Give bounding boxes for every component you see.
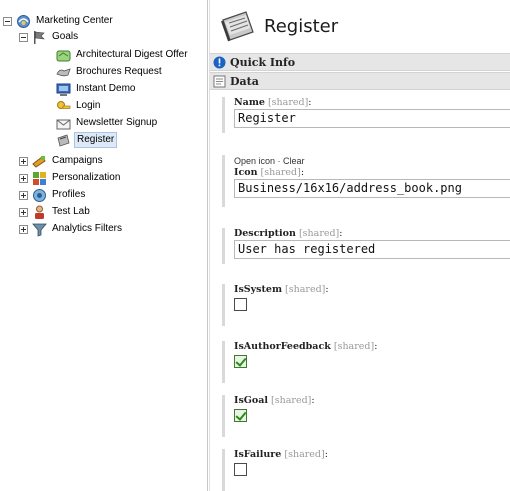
is-author-feedback-checkbox[interactable] <box>234 355 247 368</box>
tree-node-newsletter-signup[interactable]: Newsletter Signup <box>56 115 159 131</box>
tree-node-label: Instant Demo <box>76 83 136 94</box>
content-tree: Marketing Center Goals Architectural Dig… <box>0 0 208 491</box>
expand-toggle-icon[interactable] <box>19 173 28 183</box>
tree-node-architectural-digest-offer[interactable]: Architectural Digest Offer <box>56 47 190 63</box>
tree-node-label: Brochures Request <box>76 66 162 77</box>
icon-actions-links[interactable]: Open icon · Clear <box>234 155 510 167</box>
register-icon <box>56 133 71 148</box>
collapse-toggle-icon[interactable] <box>3 16 12 26</box>
analytics-filter-icon <box>32 222 47 237</box>
tree-node-analytics-filters[interactable]: Analytics Filters <box>19 221 124 237</box>
profiles-icon <box>32 188 47 203</box>
tree-node-label: Register <box>74 132 118 148</box>
tree-node-marketing-center[interactable]: Marketing Center <box>3 13 115 29</box>
field-label: Description [shared]: <box>234 228 343 239</box>
field-label: IsAuthorFeedback [shared]: <box>234 341 378 352</box>
tree-node-label: Architectural Digest Offer <box>76 49 188 60</box>
collapse-toggle-icon[interactable] <box>19 32 28 42</box>
section-label: Data <box>230 74 259 88</box>
tree-node-label: Newsletter Signup <box>76 117 158 128</box>
tree-node-personalization[interactable]: Personalization <box>19 170 122 186</box>
is-goal-field: IsGoal [shared]: <box>222 395 510 437</box>
register-icon <box>220 8 256 44</box>
is-goal-checkbox[interactable] <box>234 409 247 422</box>
name-input[interactable]: Register <box>234 109 510 128</box>
is-failure-checkbox[interactable] <box>234 463 247 476</box>
icon-field: Open icon · Clear Icon [shared]: Busines… <box>222 155 510 207</box>
description-field: Description [shared]: User has registere… <box>222 228 510 264</box>
tree-node-goals[interactable]: Goals <box>19 29 80 45</box>
expand-toggle-icon[interactable] <box>19 207 28 217</box>
icon-input[interactable]: Business/16x16/address_book.png <box>234 179 510 198</box>
tree-node-brochures-request[interactable]: Brochures Request <box>56 64 164 80</box>
tree-node-register[interactable]: Register <box>56 132 118 148</box>
login-key-icon <box>56 99 71 114</box>
instant-demo-icon <box>56 82 71 97</box>
is-author-feedback-field: IsAuthorFeedback [shared]: <box>222 341 510 383</box>
expand-toggle-icon[interactable] <box>19 190 28 200</box>
field-label: IsSystem [shared]: <box>234 284 329 295</box>
tree-node-campaigns[interactable]: Campaigns <box>19 153 105 169</box>
is-failure-field: IsFailure [shared]: <box>222 449 510 491</box>
section-label: Quick Info <box>230 55 296 69</box>
offer-icon <box>56 48 71 63</box>
field-label: IsGoal [shared]: <box>234 395 315 406</box>
field-label: IsFailure [shared]: <box>234 449 328 460</box>
goals-flag-icon <box>32 30 47 45</box>
tree-node-label: Profiles <box>52 189 86 200</box>
marketing-center-icon <box>16 14 31 29</box>
is-system-checkbox[interactable] <box>234 298 247 311</box>
info-icon <box>213 56 226 69</box>
expand-toggle-icon[interactable] <box>19 224 28 234</box>
tree-node-label: Analytics Filters <box>52 223 123 234</box>
tree-node-profiles[interactable]: Profiles <box>19 187 87 203</box>
tree-node-label: Login <box>76 100 101 111</box>
tree-node-login[interactable]: Login <box>56 98 102 114</box>
brochures-icon <box>56 65 71 80</box>
editor-header: Register <box>210 4 510 48</box>
data-section-icon <box>213 75 226 88</box>
tree-node-label: Test Lab <box>52 206 90 217</box>
tree-node-test-lab[interactable]: Test Lab <box>19 204 92 220</box>
tree-node-label: Campaigns <box>52 155 103 166</box>
is-system-field: IsSystem [shared]: <box>222 284 510 326</box>
tree-node-label: Marketing Center <box>36 15 113 26</box>
item-editor: Register Quick Info Data Name [shared]: … <box>209 0 510 491</box>
tree-node-label: Goals <box>52 31 79 42</box>
tree-node-label: Personalization <box>52 172 121 183</box>
newsletter-icon <box>56 116 71 131</box>
field-label: Icon [shared]: <box>234 167 305 178</box>
name-field: Name [shared]: Register <box>222 97 510 133</box>
campaigns-icon <box>32 154 47 169</box>
data-section[interactable]: Data <box>210 72 510 90</box>
expand-toggle-icon[interactable] <box>19 156 28 166</box>
quick-info-section[interactable]: Quick Info <box>210 53 510 71</box>
personalization-icon <box>32 171 47 186</box>
description-input[interactable]: User has registered <box>234 240 510 259</box>
test-lab-icon <box>32 205 47 220</box>
page-title: Register <box>264 15 339 37</box>
field-label: Name [shared]: <box>234 97 312 108</box>
tree-node-instant-demo[interactable]: Instant Demo <box>56 81 137 97</box>
